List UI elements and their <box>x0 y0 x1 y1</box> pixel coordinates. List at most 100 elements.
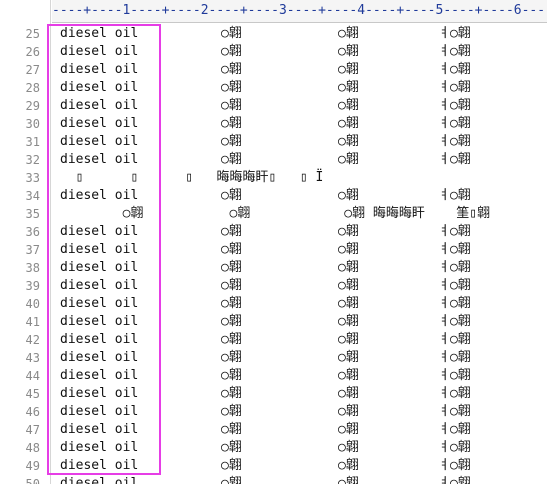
field-a: ○翶 <box>221 44 242 59</box>
field-c: ㅕ○翶 <box>438 242 471 257</box>
field-name: diesel oil <box>60 332 139 347</box>
text-line[interactable]: 40 diesel oil ○翶 ○翶 ㅕ○翶 <box>0 295 547 313</box>
field-b: ○翶 <box>338 278 359 293</box>
field-c: ㅕ○翶 <box>438 80 471 95</box>
line-number: 50 <box>25 477 40 484</box>
field-name: diesel oil <box>60 386 139 401</box>
line-number: 49 <box>25 459 40 473</box>
field-c: ㅕ○翶 <box>438 44 471 59</box>
field-c: ㅕ○翶 <box>438 296 471 311</box>
text-line[interactable]: 33 ▯ ▯ ▯ 晦晦晦盰▯ ▯ Ï <box>0 169 547 187</box>
field-a: ○翶 <box>221 422 242 437</box>
field-c: ㅕ○翶 <box>438 260 471 275</box>
field-b: ○翶 <box>338 80 359 95</box>
line-number: 35 <box>25 207 40 221</box>
line-number: 32 <box>25 153 40 167</box>
field-name: diesel oil <box>60 26 139 41</box>
field-c: ㅕ○翶 <box>438 314 471 329</box>
text-line[interactable]: 45 diesel oil ○翶 ○翶 ㅕ○翶 <box>0 385 547 403</box>
line-number: 30 <box>25 117 40 131</box>
text-line[interactable]: 28 diesel oil ○翶 ○翶 ㅕ○翶 <box>0 79 547 97</box>
text-line[interactable]: 38 diesel oil ○翶 ○翶 ㅕ○翶 <box>0 259 547 277</box>
field-a: ○翶 <box>221 80 242 95</box>
field-b: ○翶 <box>338 26 359 41</box>
field-c: ㅕ○翶 <box>438 368 471 383</box>
text-line[interactable]: 41 diesel oil ○翶 ○翶 ㅕ○翶 <box>0 313 547 331</box>
text-line[interactable]: 30 diesel oil ○翶 ○翶 ㅕ○翶 <box>0 115 547 133</box>
line-number: 38 <box>25 261 40 275</box>
text-editor[interactable]: ----+----1----+----2----+----3----+----4… <box>0 0 547 484</box>
field-b: ○翶 <box>338 188 359 203</box>
line-number: 26 <box>25 45 40 59</box>
field-c: ㅕ○翶 <box>438 404 471 419</box>
field-name: diesel oil <box>60 404 139 419</box>
text-line[interactable]: 39 diesel oil ○翶 ○翶 ㅕ○翶 <box>0 277 547 295</box>
field-name: diesel oil <box>60 350 139 365</box>
field-b: ○翶 <box>338 152 359 167</box>
field-b: ○翶 <box>338 458 359 473</box>
field-c: ㅕ○翶 <box>438 116 471 131</box>
field-name: diesel oil <box>60 242 139 257</box>
field-a: ○翶 <box>221 404 242 419</box>
line-number: 44 <box>25 369 40 383</box>
field-c: ㅕ○翶 <box>438 476 471 484</box>
field-a: ○翶 <box>221 134 242 149</box>
field-b: ○翶 <box>338 476 359 484</box>
text-line[interactable]: 37 diesel oil ○翶 ○翶 ㅕ○翶 <box>0 241 547 259</box>
text-line[interactable]: 42 diesel oil ○翶 ○翶 ㅕ○翶 <box>0 331 547 349</box>
column-ruler: ----+----1----+----2----+----3----+----4… <box>52 0 547 23</box>
field-a: ○翶 <box>221 332 242 347</box>
text-line[interactable]: 31 diesel oil ○翶 ○翶 ㅕ○翶 <box>0 133 547 151</box>
text-line[interactable]: 34 diesel oil ○翶 ○翶 ㅕ○翶 <box>0 187 547 205</box>
line-number: 45 <box>25 387 40 401</box>
text-line[interactable]: 50 diesel oil ○翶 ○翶 ㅕ○翶 <box>0 475 547 484</box>
line-number: 25 <box>25 27 40 41</box>
field-a: ○翶 <box>221 314 242 329</box>
ruler-text: ----+----1----+----2----+----3----+----4… <box>52 3 546 18</box>
field-b: ○翶 <box>338 386 359 401</box>
field-a: ○翶 <box>221 242 242 257</box>
field-a: ○翶 <box>221 440 242 455</box>
text-line[interactable]: 35 ○翶 ○翶 ○翶 晦晦晦盰 筀▯翶 <box>0 205 547 223</box>
field-c: ㅕ○翶 <box>438 188 471 203</box>
field-c: ㅕ○翶 <box>438 26 471 41</box>
line-number: 27 <box>25 63 40 77</box>
text-line[interactable]: 26 diesel oil ○翶 ○翶 ㅕ○翶 <box>0 43 547 61</box>
text-line[interactable]: 36 diesel oil ○翶 ○翶 ㅕ○翶 <box>0 223 547 241</box>
field-name: diesel oil <box>60 314 139 329</box>
field-a: ○翶 <box>221 188 242 203</box>
text-line[interactable]: 44 diesel oil ○翶 ○翶 ㅕ○翶 <box>0 367 547 385</box>
text-line[interactable]: 46 diesel oil ○翶 ○翶 ㅕ○翶 <box>0 403 547 421</box>
field-a: ○翶 <box>221 26 242 41</box>
field-b: ○翶 <box>338 116 359 131</box>
text-line[interactable]: 29 diesel oil ○翶 ○翶 ㅕ○翶 <box>0 97 547 115</box>
field-c: ㅕ○翶 <box>438 224 471 239</box>
field-a: ○翶 <box>221 224 242 239</box>
text-line[interactable]: 32 diesel oil ○翶 ○翶 ㅕ○翶 <box>0 151 547 169</box>
field-b: ○翶 <box>338 332 359 347</box>
text-line[interactable]: 49 diesel oil ○翶 ○翶 ㅕ○翶 <box>0 457 547 475</box>
field-name: diesel oil <box>60 80 139 95</box>
text-line[interactable]: 48 diesel oil ○翶 ○翶 ㅕ○翶 <box>0 439 547 457</box>
field-name: diesel oil <box>60 98 139 113</box>
field-c: ㅕ○翶 <box>438 440 471 455</box>
line-number: 39 <box>25 279 40 293</box>
editor-text-area[interactable]: 25 diesel oil ○翶 ○翶 ㅕ○翶 26 diesel oil ○翶 ○翶 ㅕ○翶 27… <box>0 25 547 484</box>
field-b: ○翶 <box>338 134 359 149</box>
text-line[interactable]: 27 diesel oil ○翶 ○翶 ㅕ○翶 <box>0 61 547 79</box>
field-a: ○翶 <box>221 98 242 113</box>
line-content: ○翶 ○翶 ○翶 晦晦晦盰 筀▯翶 <box>60 206 491 221</box>
field-a: ○翶 <box>221 152 242 167</box>
field-name: diesel oil <box>60 116 139 131</box>
field-c: ㅕ○翶 <box>438 134 471 149</box>
text-line[interactable]: 25 diesel oil ○翶 ○翶 ㅕ○翶 <box>0 25 547 43</box>
field-a: ○翶 <box>221 62 242 77</box>
field-c: ㅕ○翶 <box>438 332 471 347</box>
text-line[interactable]: 47 diesel oil ○翶 ○翶 ㅕ○翶 <box>0 421 547 439</box>
field-name: diesel oil <box>60 224 139 239</box>
field-b: ○翶 <box>338 98 359 113</box>
line-number: 46 <box>25 405 40 419</box>
field-b: ○翶 <box>338 404 359 419</box>
text-line[interactable]: 43 diesel oil ○翶 ○翶 ㅕ○翶 <box>0 349 547 367</box>
line-content: ▯ ▯ ▯ 晦晦晦盰▯ ▯ Ï <box>60 170 324 185</box>
